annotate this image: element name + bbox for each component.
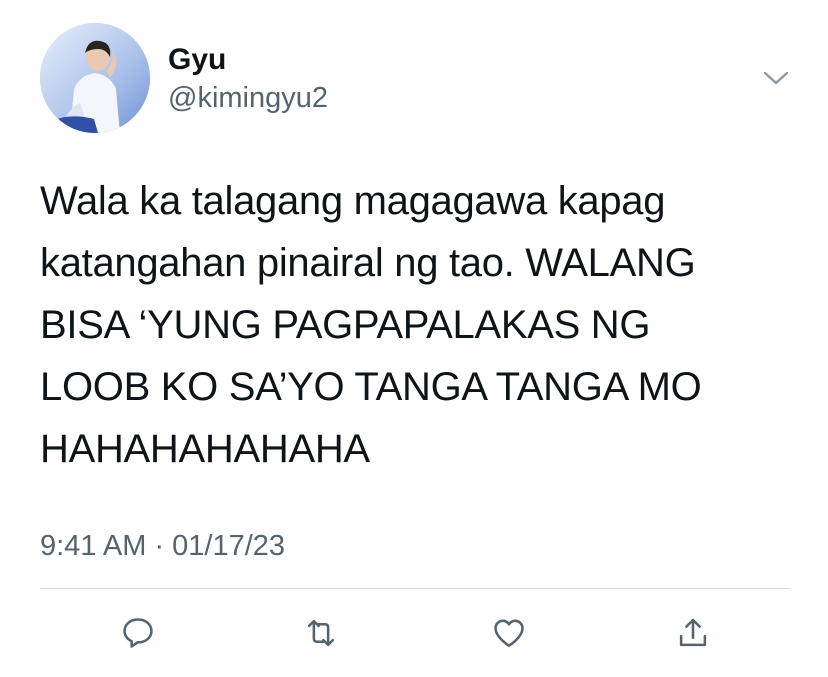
like-button[interactable] <box>484 608 534 658</box>
action-bar <box>0 608 828 658</box>
retweet-icon <box>307 619 335 647</box>
retweet-button[interactable] <box>296 608 346 658</box>
avatar[interactable] <box>40 23 150 133</box>
divider <box>40 588 790 589</box>
chevron-down-icon[interactable] <box>760 64 792 92</box>
share-icon <box>679 618 707 647</box>
reply-button[interactable] <box>113 608 163 658</box>
share-button[interactable] <box>668 608 718 658</box>
tweet-timestamp[interactable]: 9:41 AM · 01/17/23 <box>40 526 285 566</box>
user-handle[interactable]: @kimingyu2 <box>168 80 328 116</box>
tweet-text: Wala ka talagang magagawa kapag katangah… <box>40 179 702 471</box>
display-name[interactable]: Gyu <box>168 42 226 78</box>
tweet-card: Gyu @kimingyu2 Wala ka talagang magagawa… <box>0 0 828 677</box>
heart-icon <box>494 619 524 647</box>
comment-icon <box>123 618 153 648</box>
